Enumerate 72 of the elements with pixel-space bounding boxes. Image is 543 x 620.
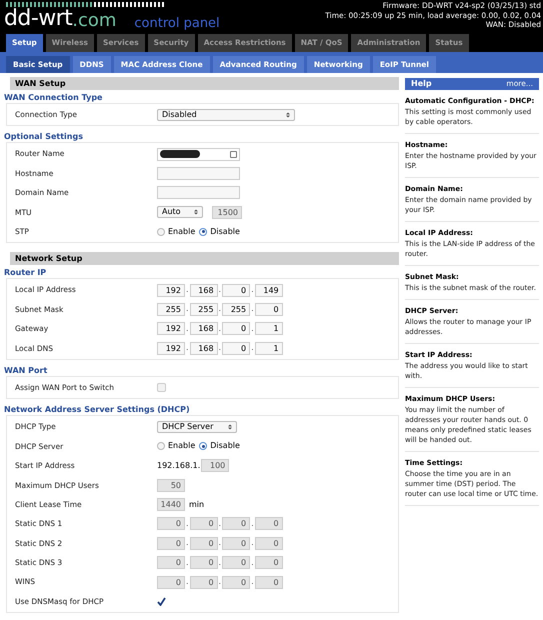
- dropdown[interactable]: DHCP Server: [157, 420, 237, 433]
- ip-dot: .: [251, 303, 254, 316]
- input-field[interactable]: [157, 166, 240, 180]
- logo-text: dd-wrt: [4, 8, 72, 30]
- help-title: Help: [411, 78, 432, 90]
- ip-dot: .: [218, 537, 222, 550]
- ip-dot: .: [251, 342, 254, 354]
- section-header: Network Setup: [10, 252, 399, 266]
- ip-dot: .: [186, 322, 189, 335]
- ip-dot: .: [218, 518, 222, 530]
- group-title: WAN Connection Type: [4, 92, 104, 103]
- group-title: Optional Settings: [4, 131, 84, 142]
- ip-dot: .: [186, 576, 189, 588]
- ip-dot: .: [251, 284, 254, 296]
- dropdown[interactable]: Disabled: [157, 108, 295, 121]
- input-field[interactable]: 1: [254, 322, 283, 336]
- radio-label: Enable: [168, 440, 196, 452]
- section-header: WAN Setup: [10, 77, 399, 90]
- redaction-mark: [160, 150, 200, 158]
- input-field[interactable]: 0: [254, 302, 283, 316]
- input-field[interactable]: 168: [190, 342, 218, 355]
- updown-icon: [286, 112, 290, 118]
- ip-dot: .: [186, 303, 189, 316]
- input-field[interactable]: 1: [254, 342, 283, 355]
- radio-button[interactable]: [199, 442, 208, 450]
- ip-dot: .: [218, 342, 222, 354]
- ip-prefix: 192.168.1.: [157, 460, 200, 472]
- ip-dot: .: [218, 303, 222, 316]
- group-title: WAN Port: [4, 364, 48, 376]
- input-field[interactable]: [157, 186, 240, 200]
- input-field[interactable]: 255: [222, 302, 250, 316]
- ip-dot: .: [218, 322, 222, 335]
- ip-dot: .: [186, 537, 189, 550]
- checkbox[interactable]: [157, 597, 166, 606]
- input-field[interactable]: 168: [190, 284, 218, 297]
- radio-label: Disable: [210, 226, 240, 238]
- updown-icon: [228, 424, 232, 430]
- input-field[interactable]: 0: [222, 284, 250, 297]
- ip-dot: .: [186, 342, 189, 354]
- input-field[interactable]: 192: [157, 342, 185, 355]
- input-field[interactable]: 255: [190, 302, 218, 316]
- ip-dot: .: [251, 537, 254, 550]
- radio-label: Disable: [210, 440, 240, 452]
- unit-label: min: [189, 498, 204, 511]
- input-field[interactable]: 0: [222, 322, 250, 336]
- ip-dot: .: [186, 556, 189, 569]
- input-field[interactable]: 168: [190, 322, 218, 336]
- logo-tagline: control panel: [134, 17, 220, 30]
- input-field[interactable]: 149: [254, 284, 283, 297]
- input-field[interactable]: [157, 148, 240, 161]
- input-field[interactable]: 192: [157, 284, 185, 297]
- ip-dot: .: [218, 576, 222, 588]
- radio-label: Enable: [168, 226, 196, 238]
- group-title: Router IP: [4, 267, 48, 278]
- ip-dot: .: [251, 322, 254, 335]
- ip-dot: .: [251, 576, 254, 588]
- ip-dot: .: [218, 284, 222, 296]
- ip-dot: .: [186, 284, 189, 296]
- ip-dot: .: [218, 556, 222, 569]
- ip-dot: .: [251, 556, 254, 569]
- input-field[interactable]: 255: [157, 302, 185, 316]
- updown-icon: [194, 209, 198, 216]
- logo-suffix: .com: [72, 12, 116, 30]
- input-field[interactable]: 0: [222, 342, 250, 355]
- ip-dot: .: [186, 518, 189, 530]
- radio-button[interactable]: [199, 228, 208, 236]
- checkmark-icon: [157, 597, 166, 606]
- radio-button[interactable]: [157, 442, 165, 450]
- input-field[interactable]: 192: [157, 322, 185, 336]
- ip-dot: .: [251, 518, 254, 530]
- radio-button[interactable]: [157, 228, 165, 236]
- group-title: Network Address Server Settings (DHCP): [4, 404, 191, 416]
